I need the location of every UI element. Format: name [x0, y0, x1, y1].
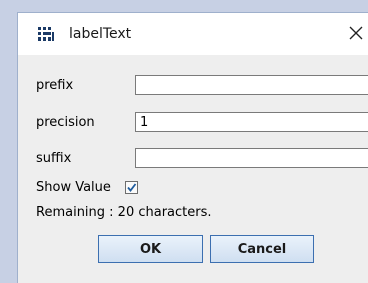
grid-app-icon	[37, 26, 55, 42]
cancel-button[interactable]: Cancel	[210, 235, 314, 263]
ok-button[interactable]: OK	[98, 235, 203, 263]
dialog-title: labelText	[69, 26, 132, 42]
show-value-checkbox[interactable]	[125, 181, 138, 194]
dialog-titlebar: labelText	[18, 13, 368, 55]
precision-label: precision	[36, 115, 95, 130]
prefix-label: prefix	[36, 78, 74, 93]
close-icon	[349, 26, 363, 40]
show-value-label: Show Value	[36, 180, 111, 195]
suffix-input[interactable]	[135, 148, 368, 168]
label-text-dialog: labelText prefix precision suffix Show V…	[17, 12, 368, 283]
suffix-label: suffix	[36, 151, 72, 166]
close-button[interactable]	[346, 23, 366, 43]
prefix-input[interactable]	[135, 75, 368, 95]
remaining-characters-text: Remaining : 20 characters.	[36, 205, 212, 220]
precision-input[interactable]	[135, 112, 368, 132]
checkmark-icon	[127, 183, 137, 192]
